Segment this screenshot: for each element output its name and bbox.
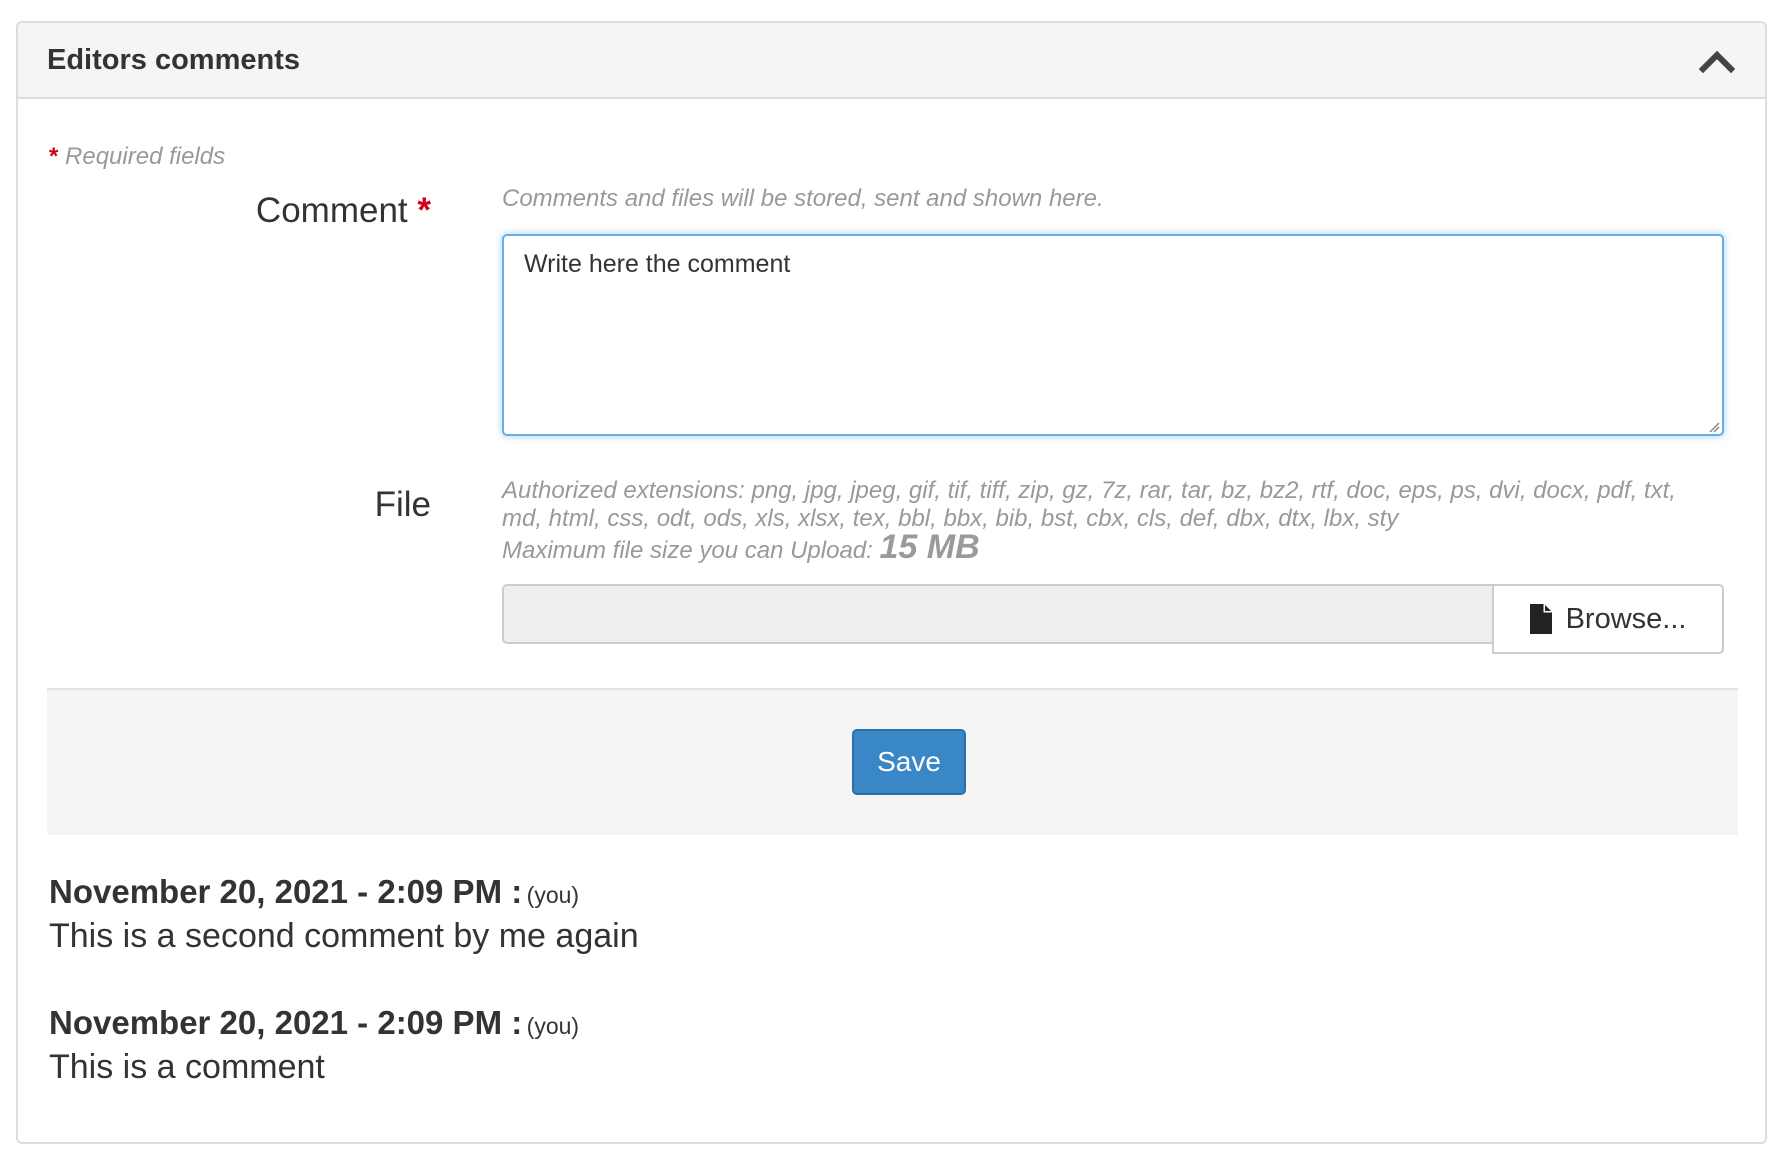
comment-entry: November 20, 2021 - 2:09 PM : (you) This… — [49, 1004, 579, 1087]
comment-required-star: * — [417, 191, 431, 230]
max-file-size-line: Maximum file size you can Upload: 15 MB — [502, 530, 1722, 565]
comment-label: Comment * — [256, 191, 431, 231]
comment-label-text: Comment — [255, 191, 408, 230]
required-fields-note: * Required fields — [49, 143, 225, 171]
required-star: * — [49, 143, 59, 170]
comment-textarea[interactable]: Write here the comment — [502, 234, 1724, 436]
max-file-size-value: 15 MB — [879, 528, 980, 566]
chevron-up-icon[interactable] — [1698, 49, 1736, 74]
save-button[interactable]: Save — [852, 729, 966, 795]
comment-meta: November 20, 2021 - 2:09 PM : (you) — [49, 1004, 579, 1042]
comment-meta: November 20, 2021 - 2:09 PM : (you) — [49, 873, 639, 911]
editors-comments-panel: Editors comments * Required fields Comme… — [16, 21, 1767, 1144]
comment-text: This is a comment — [49, 1048, 325, 1086]
required-fields-text: Required fields — [65, 143, 226, 170]
authorized-extensions-text: Authorized extensions: png, jpg, jpeg, g… — [502, 477, 1676, 532]
browse-label: Browse... — [1565, 602, 1687, 635]
file-help: Authorized extensions: png, jpg, jpeg, g… — [502, 477, 1722, 565]
comment-author: (you) — [526, 882, 580, 908]
file-icon — [1529, 604, 1552, 634]
resize-grip-icon[interactable] — [1708, 420, 1720, 433]
comment-entry: November 20, 2021 - 2:09 PM : (you) This… — [49, 873, 639, 956]
comment-help-text: Comments and files will be stored, sent … — [502, 185, 1104, 212]
panel-title: Editors comments — [47, 44, 300, 76]
max-file-size-label: Maximum file size you can Upload: — [502, 537, 873, 564]
file-path-field[interactable] — [502, 584, 1518, 644]
comment-date: November 20, 2021 - 2:09 PM : — [49, 873, 523, 910]
comment-text: This is a second comment by me again — [49, 917, 639, 955]
comment-date: November 20, 2021 - 2:09 PM : — [49, 1004, 523, 1041]
browse-button[interactable]: Browse... — [1492, 584, 1724, 654]
comment-author: (you) — [526, 1013, 580, 1039]
file-label: File — [374, 485, 431, 524]
form-actions: Save — [47, 688, 1738, 835]
panel-header[interactable]: Editors comments — [18, 23, 1765, 99]
